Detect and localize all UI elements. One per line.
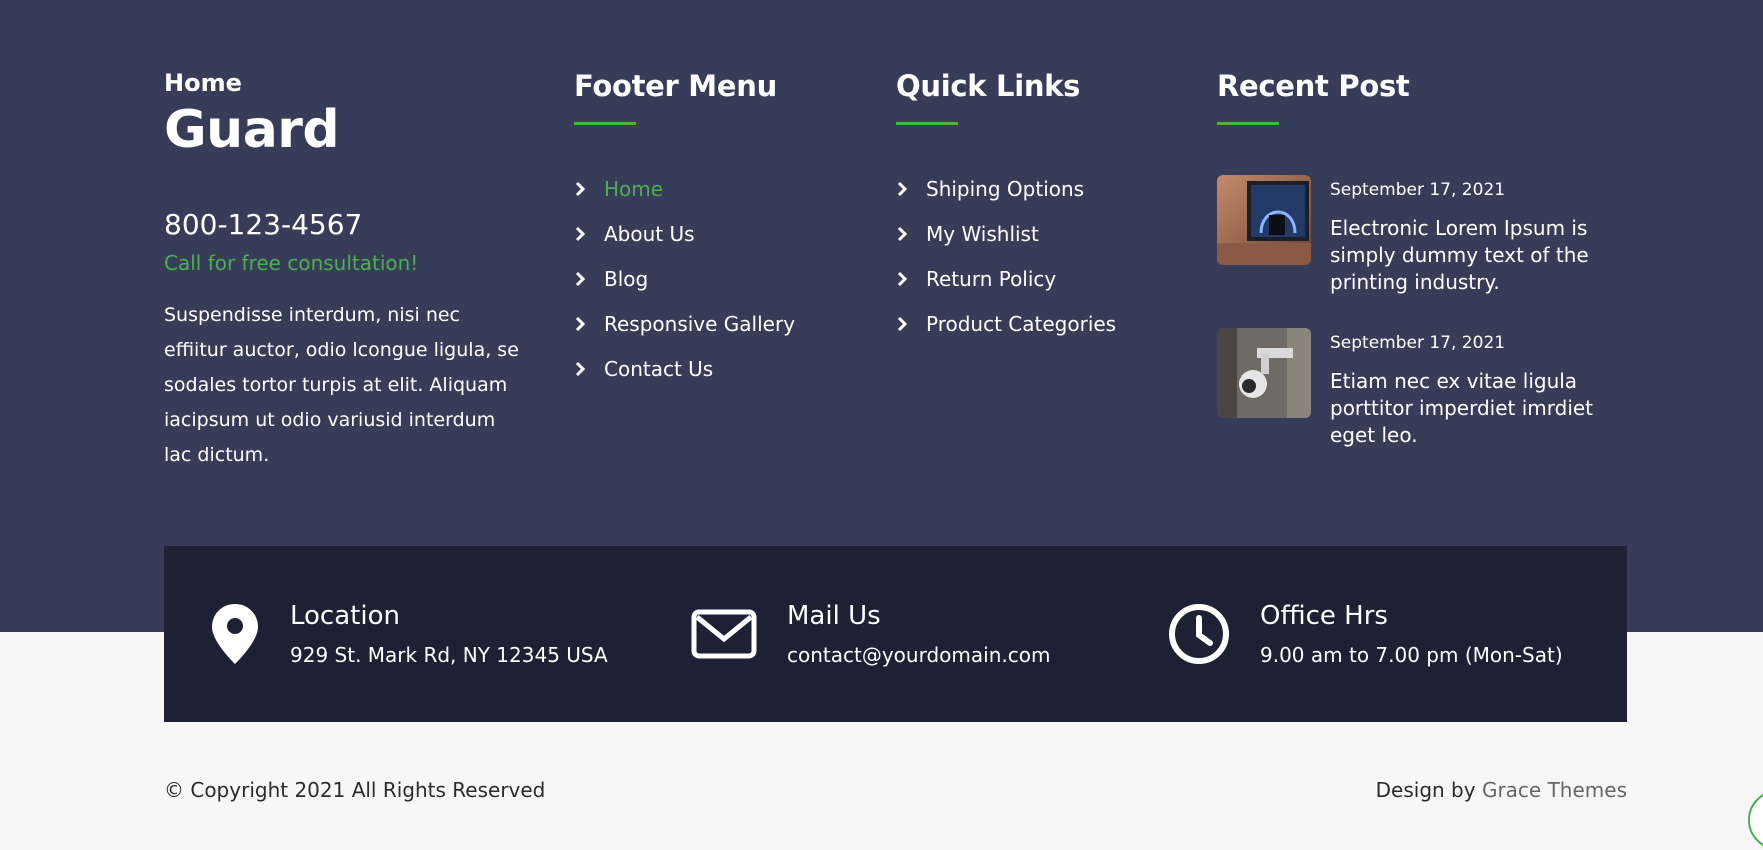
menu-item-label: About Us xyxy=(604,222,695,246)
quick-links-column: Quick Links Shiping Options My Wishlist … xyxy=(896,68,1196,355)
contact-hours: Office Hrs 9.00 am to 7.00 pm (Mon-Sat) xyxy=(1168,546,1563,722)
footer-menu-column: Footer Menu Home About Us Blog Responsiv… xyxy=(574,68,864,400)
recent-post-column: Recent Post September 17, 2021 Electroni… xyxy=(1217,68,1637,449)
clock-icon xyxy=(1169,604,1229,664)
chevron-right-icon xyxy=(575,361,586,377)
chevron-right-icon xyxy=(575,226,586,242)
recent-post-item[interactable]: September 17, 2021 Etiam nec ex vitae li… xyxy=(1217,328,1637,449)
quick-link-return-policy[interactable]: Return Policy xyxy=(896,265,1196,293)
brand-column: Home Guard 800-123-4567 Call for free co… xyxy=(164,68,524,473)
contact-hours-title: Office Hrs xyxy=(1260,600,1388,631)
menu-item-label: Contact Us xyxy=(604,357,714,381)
brand-title-big: Guard xyxy=(164,100,340,160)
recent-post-heading: Recent Post xyxy=(1217,69,1410,103)
contact-mail-title: Mail Us xyxy=(787,600,881,631)
post-title-link[interactable]: Electronic Lorem Ipsum is simply dummy t… xyxy=(1330,215,1610,296)
post-title-link[interactable]: Etiam nec ex vitae ligula porttitor impe… xyxy=(1330,368,1610,449)
quick-link-shiping-options[interactable]: Shiping Options xyxy=(896,175,1196,203)
footer-menu-heading: Footer Menu xyxy=(574,69,777,103)
chevron-right-icon xyxy=(575,271,586,287)
menu-item-label: Blog xyxy=(604,267,649,291)
footer-menu-item-contact-us[interactable]: Contact Us xyxy=(574,355,864,383)
recent-post-item[interactable]: September 17, 2021 Electronic Lorem Ipsu… xyxy=(1217,175,1637,296)
copyright-text: © Copyright 2021 All Rights Reserved xyxy=(164,778,546,802)
footer-menu-item-home[interactable]: Home xyxy=(574,175,864,203)
map-pin-icon xyxy=(212,604,258,664)
chevron-right-icon xyxy=(575,181,586,197)
chevron-right-icon xyxy=(897,271,908,287)
menu-item-label: Home xyxy=(604,177,664,201)
post-date: September 17, 2021 xyxy=(1330,333,1506,353)
contact-info-strip: Location 929 St. Mark Rd, NY 12345 USA M… xyxy=(164,546,1627,722)
chevron-right-icon xyxy=(897,226,908,242)
post-date: September 17, 2021 xyxy=(1330,180,1506,200)
phone-number: 800-123-4567 xyxy=(164,208,363,241)
menu-item-label: Responsive Gallery xyxy=(604,312,796,336)
design-credit-prefix: Design by xyxy=(1375,778,1482,802)
envelope-icon xyxy=(691,609,757,659)
contact-location-title: Location xyxy=(290,600,400,631)
menu-item-label: Return Policy xyxy=(926,267,1057,291)
contact-location: Location 929 St. Mark Rd, NY 12345 USA xyxy=(210,546,608,722)
scroll-to-top-button[interactable] xyxy=(1748,790,1763,850)
menu-item-label: Product Categories xyxy=(926,312,1117,336)
about-text: Suspendisse interdum, nisi nec effiitur … xyxy=(164,304,519,466)
post-thumbnail[interactable] xyxy=(1217,328,1311,418)
contact-hours-value: 9.00 am to 7.00 pm (Mon-Sat) xyxy=(1260,642,1563,667)
contact-location-value: 929 St. Mark Rd, NY 12345 USA xyxy=(290,642,608,667)
quick-links-heading: Quick Links xyxy=(896,69,1081,103)
menu-item-label: Shiping Options xyxy=(926,177,1085,201)
contact-mail: Mail Us contact@yourdomain.com xyxy=(691,546,1050,722)
brand-title-small: Home xyxy=(164,69,242,97)
footer-menu-item-about-us[interactable]: About Us xyxy=(574,220,864,248)
phone-subtext: Call for free consultation! xyxy=(164,251,419,275)
footer-menu-list: Home About Us Blog Responsive Gallery Co… xyxy=(574,175,864,383)
chevron-right-icon xyxy=(897,316,908,332)
footer-menu-item-responsive-gallery[interactable]: Responsive Gallery xyxy=(574,310,864,338)
heading-underline xyxy=(574,122,636,125)
heading-underline xyxy=(896,122,958,125)
chevron-right-icon xyxy=(897,181,908,197)
design-credit: Design by Grace Themes xyxy=(1376,776,1627,804)
post-thumbnail[interactable] xyxy=(1217,175,1311,265)
footer-menu-item-blog[interactable]: Blog xyxy=(574,265,864,293)
quick-link-my-wishlist[interactable]: My Wishlist xyxy=(896,220,1196,248)
design-credit-link[interactable]: Grace Themes xyxy=(1482,778,1627,802)
heading-underline xyxy=(1217,122,1279,125)
quick-link-product-categories[interactable]: Product Categories xyxy=(896,310,1196,338)
quick-links-list: Shiping Options My Wishlist Return Polic… xyxy=(896,175,1196,338)
chevron-right-icon xyxy=(575,316,586,332)
contact-mail-value[interactable]: contact@yourdomain.com xyxy=(787,641,1050,669)
menu-item-label: My Wishlist xyxy=(926,222,1039,246)
